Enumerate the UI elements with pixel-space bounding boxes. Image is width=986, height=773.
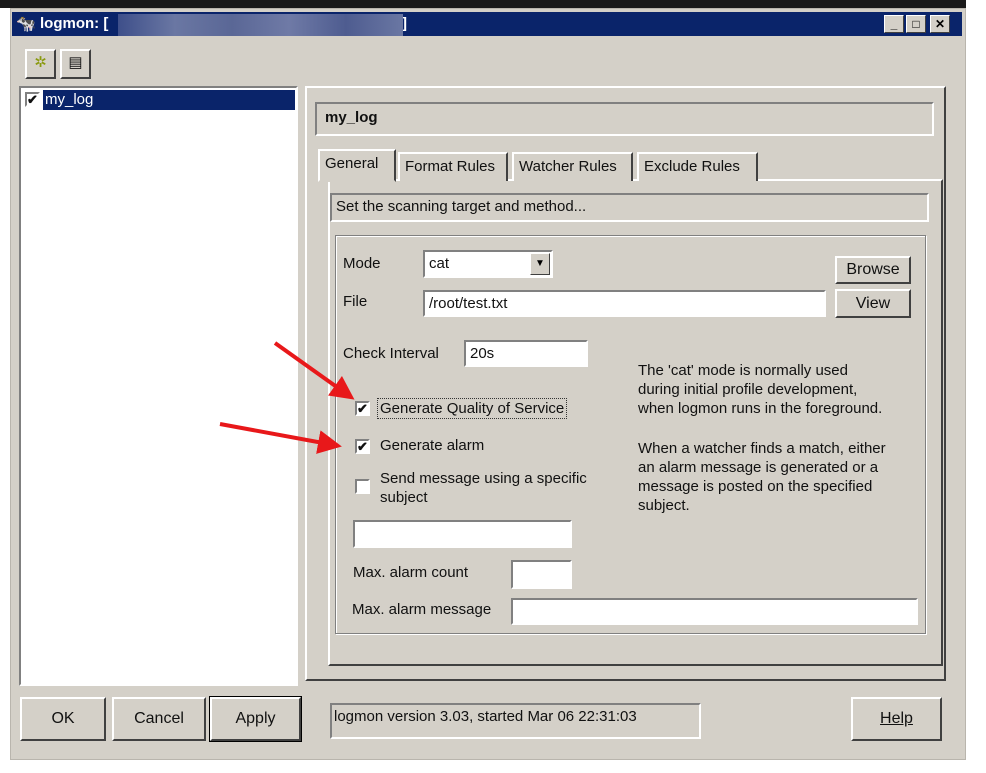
arrow-to-alarm — [219, 422, 342, 454]
tab-general[interactable]: General — [318, 149, 396, 182]
annotation-arrows — [219, 341, 355, 454]
arrow-to-qos — [273, 341, 355, 400]
